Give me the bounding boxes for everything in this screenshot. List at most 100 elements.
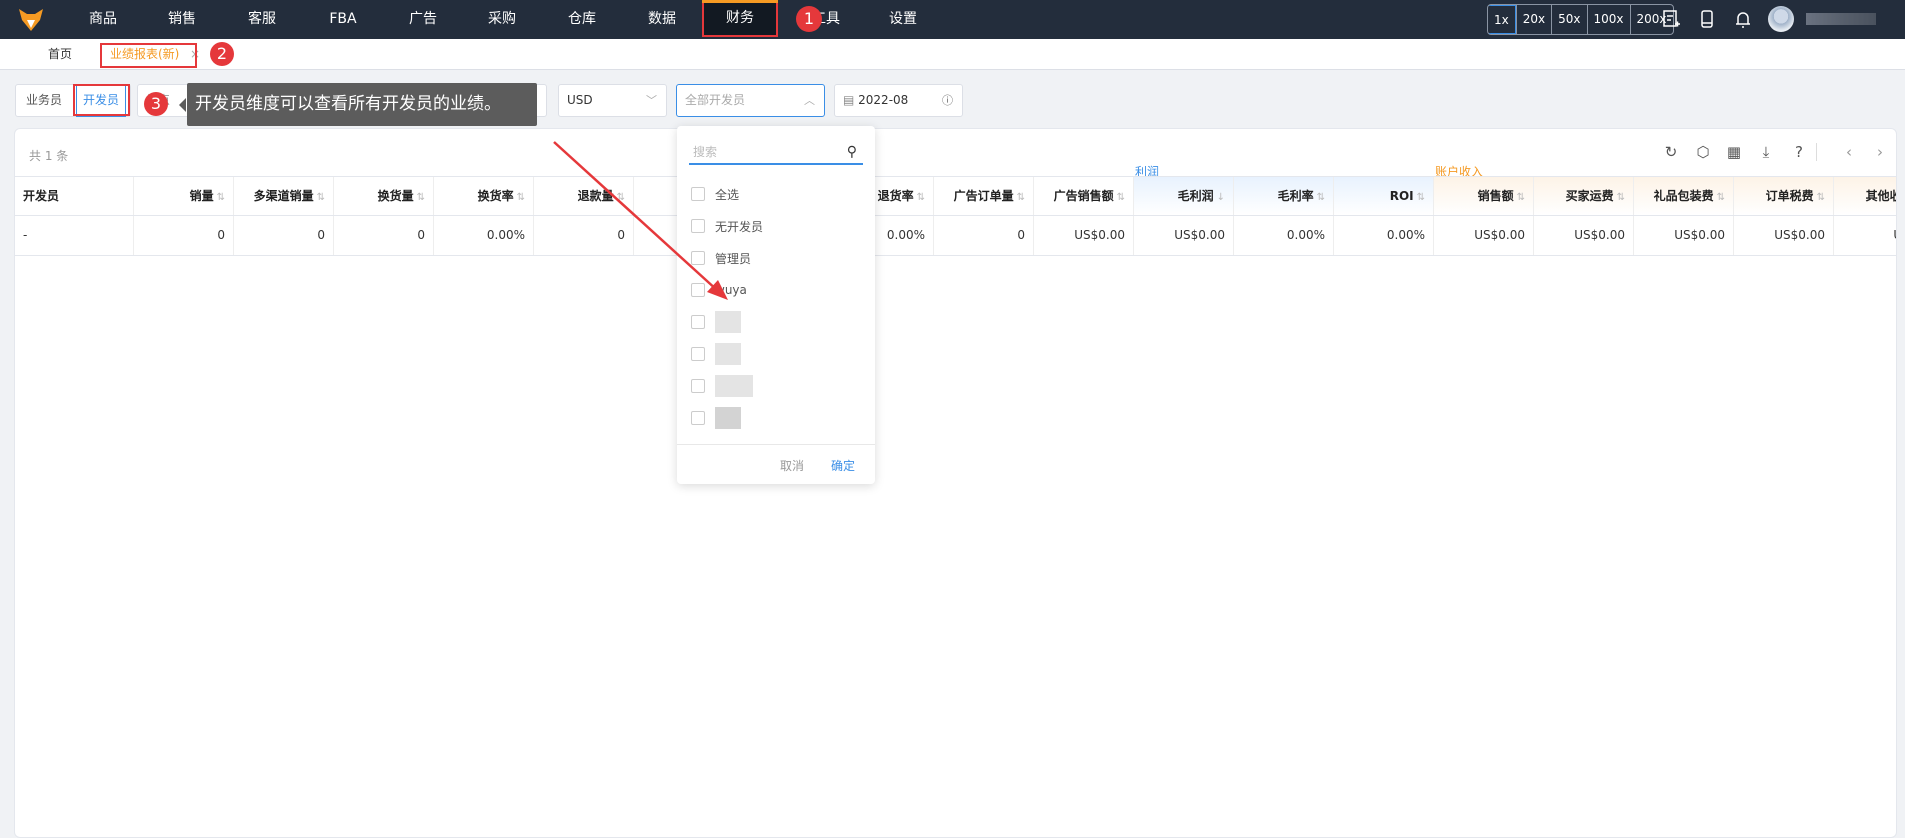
chevron-down-icon: ﹀ [646, 94, 657, 107]
calculator-icon[interactable]: ▦ [1725, 143, 1743, 161]
refresh-icon[interactable]: ↻ [1662, 143, 1680, 161]
nav-item-warehouse[interactable]: 仓库 [547, 0, 617, 39]
sort-icon[interactable]: ⇅ [1617, 192, 1625, 203]
column-label: ROI [1389, 189, 1414, 203]
bell-icon[interactable] [1733, 9, 1753, 29]
seg-salesperson[interactable]: 业务员 [26, 85, 62, 116]
nav-item-settings[interactable]: 设置 [868, 0, 938, 39]
sort-icon[interactable]: ⇅ [1317, 192, 1325, 203]
column-label: 开发员 [23, 189, 60, 203]
column-header[interactable]: 广告订单量 ⇅ [934, 177, 1034, 215]
checkbox[interactable] [691, 379, 705, 393]
currency-select[interactable]: USD ﹀ [558, 84, 667, 117]
column-label: 退款量 [577, 189, 614, 203]
sort-icon[interactable]: ⇅ [317, 192, 325, 203]
add-note-icon[interactable] [1661, 9, 1681, 29]
option-blurred[interactable] [691, 407, 741, 429]
checkbox[interactable] [691, 187, 705, 201]
option-no-developer[interactable]: 无开发员 [691, 216, 763, 236]
column-header[interactable]: 开发员 [15, 177, 134, 215]
nav-item-data[interactable]: 数据 [627, 0, 697, 39]
option-blurred[interactable] [691, 311, 741, 333]
next-icon[interactable]: › [1871, 143, 1889, 161]
zoom-100x[interactable]: 100x [1586, 5, 1630, 34]
option-wuya[interactable]: wuya [691, 280, 747, 300]
date-picker[interactable]: ▤ 2022-08 ⓘ [834, 84, 963, 117]
mobile-icon[interactable] [1697, 9, 1717, 29]
checkbox[interactable] [691, 347, 705, 361]
table-cell: 0 [934, 216, 1034, 255]
nav-item-fba[interactable]: FBA [308, 0, 378, 39]
column-label: 多渠道销量 [253, 189, 314, 203]
nav-item-purchase[interactable]: 采购 [467, 0, 537, 39]
help-icon[interactable]: ⓘ [942, 85, 953, 116]
nav-item-sales[interactable]: 销售 [147, 0, 217, 39]
column-header[interactable]: 广告销售额 ⇅ [1034, 177, 1134, 215]
sort-icon[interactable]: ⇅ [417, 192, 425, 203]
sort-icon[interactable]: ⇅ [217, 192, 225, 203]
help-icon[interactable]: ? [1790, 143, 1808, 161]
cancel-button[interactable]: 取消 [780, 457, 804, 474]
sort-icon[interactable]: ⇅ [617, 192, 625, 203]
dropdown-footer: 取消 确定 [677, 444, 875, 484]
divider [1816, 143, 1817, 161]
column-header[interactable]: 买家运费 ⇅ [1534, 177, 1634, 215]
username-blurred [1806, 13, 1876, 25]
tab-home[interactable]: 首页 [48, 39, 72, 70]
column-header[interactable]: 毛利润 ↓ [1134, 177, 1234, 215]
column-header[interactable]: 多渠道销量 ⇅ [234, 177, 334, 215]
annotation-badge-1: 1 [796, 6, 822, 32]
checkbox[interactable] [691, 315, 705, 329]
column-label: 换货量 [377, 189, 414, 203]
zoom-50x[interactable]: 50x [1551, 5, 1586, 34]
option-select-all[interactable]: 全选 [691, 184, 739, 204]
sort-icon[interactable]: ⇅ [1117, 192, 1125, 203]
column-header[interactable]: 其他收入⇅ [1834, 177, 1896, 215]
column-header[interactable]: 销量 ⇅ [134, 177, 234, 215]
avatar[interactable] [1768, 6, 1794, 32]
nav-item-service[interactable]: 客服 [227, 0, 297, 39]
sort-icon[interactable]: ⇅ [917, 192, 925, 203]
nav-item-ads[interactable]: 广告 [388, 0, 458, 39]
sort-icon[interactable]: ↓ [1217, 192, 1225, 203]
dropdown-search-input[interactable]: 搜索 ⚲ [689, 140, 863, 165]
column-header[interactable]: 退款量 ⇅ [534, 177, 634, 215]
sort-icon[interactable]: ⇅ [1817, 192, 1825, 203]
sort-icon[interactable]: ⇅ [517, 192, 525, 203]
blurred-name [715, 311, 741, 333]
option-blurred[interactable] [691, 343, 741, 365]
column-header[interactable]: 礼品包装费 ⇅ [1634, 177, 1734, 215]
column-header[interactable]: 订单税费 ⇅ [1734, 177, 1834, 215]
sort-icon[interactable]: ⇅ [1417, 192, 1425, 203]
zoom-20x[interactable]: 20x [1515, 5, 1551, 34]
nav-item-finance[interactable]: 财务 [702, 0, 778, 37]
column-header[interactable]: 换货率 ⇅ [434, 177, 534, 215]
table-row: -0 0 0 0.00% 0 0.00% 0 US$0.00 US$0.00 0.00% 0.00%… [15, 216, 1896, 256]
column-header[interactable]: 毛利率 ⇅ [1234, 177, 1334, 215]
sort-icon[interactable]: ⇅ [1017, 192, 1025, 203]
checkbox[interactable] [691, 411, 705, 425]
column-header[interactable]: ROI ⇅ [1334, 177, 1434, 215]
table-cell: US$0.00 [1434, 216, 1534, 255]
column-header[interactable]: 换货量 ⇅ [334, 177, 434, 215]
column-label: 退货率 [877, 189, 914, 203]
column-header[interactable]: 销售额 ⇅ [1434, 177, 1534, 215]
zoom-1x[interactable]: 1x [1488, 5, 1516, 34]
developer-select[interactable]: 全部开发员 ︿ [676, 84, 825, 117]
checkbox[interactable] [691, 219, 705, 233]
chevron-up-icon: ︿ [804, 94, 815, 107]
checkbox[interactable] [691, 251, 705, 265]
sort-icon[interactable]: ⇅ [1717, 192, 1725, 203]
option-label: wuya [715, 283, 747, 297]
table-cell: 0.00% [434, 216, 534, 255]
checkbox[interactable] [691, 283, 705, 297]
prev-icon[interactable]: ‹ [1840, 143, 1858, 161]
confirm-button[interactable]: 确定 [831, 457, 855, 474]
sort-icon[interactable]: ⇅ [1517, 192, 1525, 203]
tab-bar: 首页 业绩报表(新) × 2 [0, 39, 1905, 70]
nav-item-products[interactable]: 商品 [68, 0, 138, 39]
download-icon[interactable]: ⤓ [1757, 143, 1775, 161]
option-admin[interactable]: 管理员 [691, 248, 751, 268]
option-blurred[interactable] [691, 375, 753, 397]
settings-icon[interactable]: ⬡ [1694, 143, 1712, 161]
